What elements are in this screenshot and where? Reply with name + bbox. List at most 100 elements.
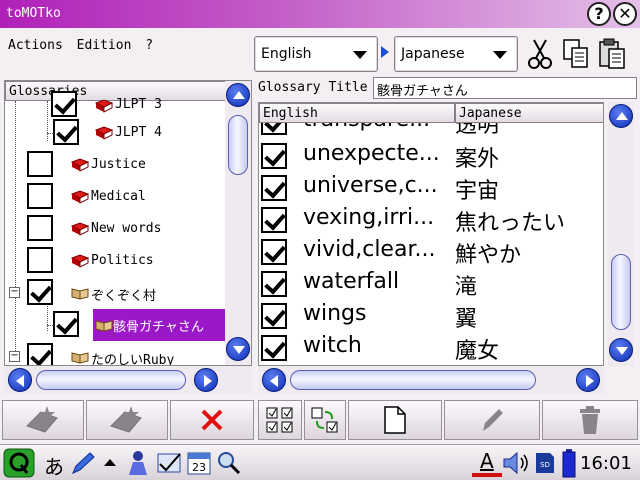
checkbox[interactable] [261,335,287,361]
paste-icon[interactable] [598,36,626,72]
invert-selection-button[interactable] [304,400,346,440]
word-list-horizontal-scrollbar[interactable] [258,366,604,394]
word-list-vertical-scrollbar[interactable] [608,102,634,366]
help-icon[interactable]: ? [587,2,611,26]
chevron-up-icon[interactable] [104,459,116,466]
add-glossary-button[interactable] [2,400,84,440]
edit-glossary-icon [110,406,142,433]
tree-item-selected[interactable]: 骸骨ガチャさん [5,309,225,341]
cut-icon[interactable] [526,36,554,72]
tree-item[interactable]: New words [5,213,225,245]
volume-icon[interactable] [502,450,530,476]
checkbox[interactable] [27,247,53,273]
word-japanese: 魔女 [455,339,500,364]
book-icon [71,190,89,204]
calendar-icon[interactable]: 23 [186,450,212,476]
trash-icon [580,406,600,434]
scroll-up-icon[interactable] [226,83,250,107]
collapse-icon[interactable]: − [9,287,20,298]
delete-word-button[interactable] [542,400,638,440]
word-row[interactable]: witch 魔女 [259,331,603,364]
check-list-icon [266,407,293,433]
scroll-thumb[interactable] [36,370,186,390]
word-japanese: 案外 [455,147,500,172]
tree-item-label: JLPT 4 [115,125,162,140]
new-word-button[interactable] [348,400,442,440]
keyboard-indicator[interactable]: A [480,449,494,473]
glossary-tree[interactable]: Glossaries JLPT 3 JLPT 4 Justice Medical… [4,80,252,366]
checkbox[interactable] [53,311,79,337]
glossary-title-input[interactable]: 骸骨ガチャさん [373,77,637,99]
target-language-select[interactable]: Japanese [394,36,518,72]
tree-vertical-scrollbar[interactable] [225,81,251,365]
word-row[interactable]: vivid,clear... 鮮やか [259,235,603,268]
word-row[interactable]: wings 翼 [259,299,603,332]
word-list[interactable]: English Japanese transpare... 透明 English… [258,102,604,366]
word-row[interactable]: unexpecte... 案外 [259,139,603,172]
checkbox[interactable] [27,215,53,241]
scroll-down-icon[interactable] [609,338,633,362]
book-icon [71,254,89,268]
handwriting-icon[interactable] [70,451,96,475]
tree-item[interactable]: Justice [5,149,225,181]
checkbox[interactable] [261,175,287,201]
checkbox[interactable] [27,151,53,177]
word-row[interactable]: waterfall 滝 [259,267,603,300]
close-icon[interactable]: ✕ [613,2,637,26]
menu-actions[interactable]: Actions [8,38,63,53]
scroll-thumb[interactable] [611,254,631,330]
menu-edition[interactable]: Edition [77,38,132,53]
word-english: vivid,clear... [303,237,436,262]
checkbox[interactable] [27,343,53,365]
source-language-value: English [261,46,312,62]
source-language-select[interactable]: English [254,36,378,72]
scroll-right-icon[interactable] [194,368,218,392]
scroll-thumb[interactable] [228,115,248,175]
word-english: vexing,irri... [303,205,435,230]
edit-glossary-button[interactable] [86,400,168,440]
scroll-right-icon[interactable] [576,368,600,392]
clock[interactable]: 16:01 [580,453,632,474]
scroll-left-icon[interactable] [8,368,32,392]
qtopia-menu-icon[interactable] [3,448,35,478]
input-mode-indicator[interactable]: あ [44,451,64,480]
tree-item[interactable]: Politics [5,245,225,277]
scroll-down-icon[interactable] [226,337,250,361]
checkbox[interactable] [261,143,287,169]
scroll-left-icon[interactable] [262,368,286,392]
checkbox[interactable] [261,271,287,297]
tree-item[interactable]: Medical [5,181,225,213]
window-title: toMOTko [6,6,61,21]
scroll-up-icon[interactable] [609,104,633,128]
copy-icon[interactable] [562,36,590,72]
tree-horizontal-scrollbar[interactable] [4,366,252,394]
word-row[interactable]: vexing,irri... 焦れったい [259,203,603,236]
checkbox[interactable] [27,279,53,305]
user-icon[interactable] [124,449,152,477]
delete-glossary-button[interactable] [170,400,254,440]
tree-item[interactable]: − たのしいRuby [5,341,225,365]
mail-icon[interactable] [156,450,182,476]
column-header-japanese-overlay: Japanese [455,103,603,123]
word-row[interactable]: universe,c... 宇宙 [259,171,603,204]
tree-item-label: 骸骨ガチャさん [113,320,204,335]
edit-word-button[interactable] [444,400,540,440]
checkbox[interactable] [261,207,287,233]
search-icon[interactable] [216,450,242,476]
menu-bar: Actions Edition ? [8,38,157,53]
battery-icon[interactable] [562,448,576,478]
collapse-icon[interactable]: − [9,351,20,362]
checkbox[interactable] [261,303,287,329]
new-document-icon [384,406,406,434]
sd-card-icon[interactable]: SD [534,451,556,475]
word-japanese: 焦れったい [455,211,566,236]
checkbox[interactable] [261,239,287,265]
checkbox[interactable] [53,119,79,145]
checkbox[interactable] [27,183,53,209]
tree-item[interactable]: JLPT 4 [5,117,225,149]
checkbox[interactable] [51,91,77,117]
select-all-button[interactable] [258,400,302,440]
scroll-thumb[interactable] [290,370,536,390]
menu-help[interactable]: ? [145,38,153,53]
tree-item[interactable]: − ぞくぞく村 [5,277,225,309]
